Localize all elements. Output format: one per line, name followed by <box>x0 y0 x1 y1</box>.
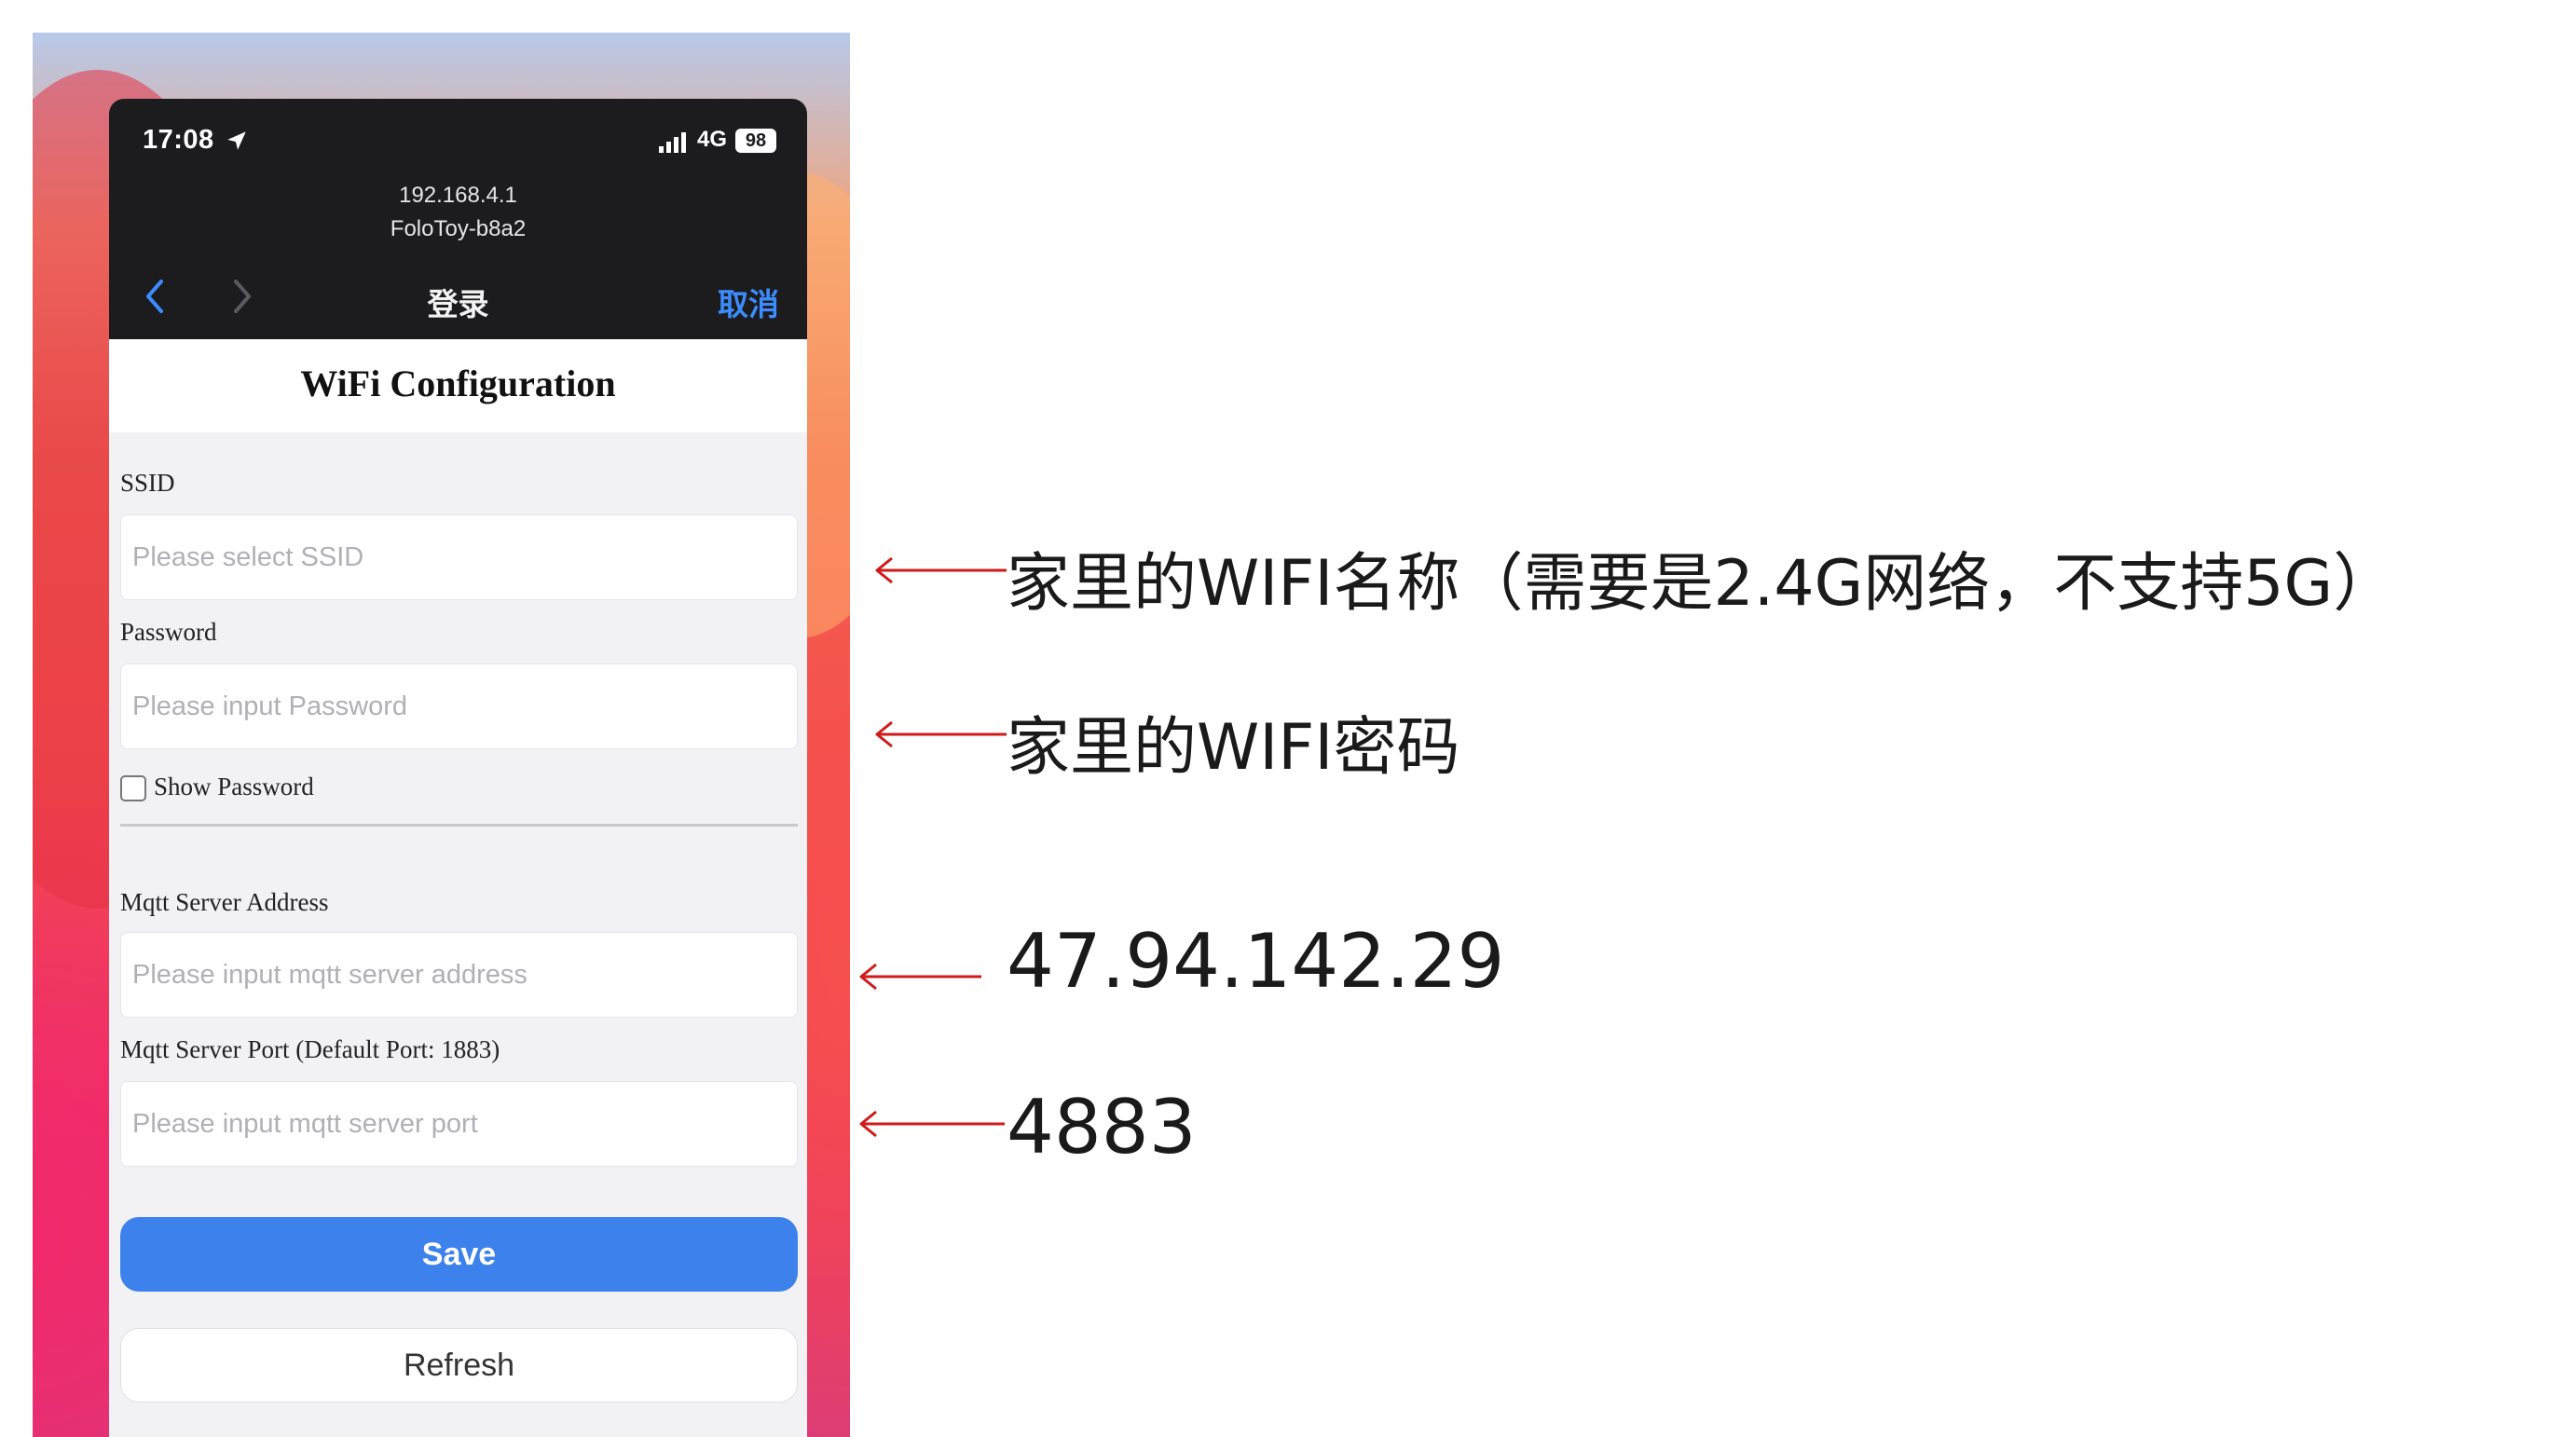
mqtt-port-label: Mqtt Server Port (Default Port: 1883) <box>120 1035 500 1063</box>
password-annotation: 家里的WIFI密码 <box>1007 711 1460 785</box>
arrow-left-icon <box>859 963 981 991</box>
arrow-left-icon <box>875 556 1007 584</box>
cancel-button[interactable]: 取消 <box>718 280 779 324</box>
portal-host: 192.168.4.1 <box>399 183 517 208</box>
save-button[interactable]: Save <box>120 1217 798 1292</box>
refresh-button[interactable]: Refresh <box>120 1328 798 1403</box>
show-password-checkbox[interactable] <box>120 775 146 801</box>
cellular-signal-icon <box>659 132 686 153</box>
page-title: WiFi Configuration <box>300 363 616 404</box>
status-time: 17:08 <box>143 125 214 155</box>
arrow-left-icon <box>875 720 1007 748</box>
mqtt-port-input[interactable] <box>120 1081 798 1167</box>
ssid-annotation: 家里的WIFI名称（需要是2.4G网络，不支持5G） <box>1007 547 2397 621</box>
battery-icon: 98 <box>735 129 776 153</box>
form-title-bar: WiFi Configuration <box>109 339 807 432</box>
password-input[interactable] <box>120 664 798 749</box>
ssid-input[interactable] <box>120 514 798 600</box>
mqtt-address-label: Mqtt Server Address <box>120 888 329 916</box>
ssid-label: SSID <box>120 469 175 497</box>
network-type: 4G <box>697 127 728 152</box>
phone-screen: 17:08 4G 98 192.168.4.1 FoloToy-b8a2 登录 … <box>109 99 807 1437</box>
password-label: Password <box>120 618 217 646</box>
mqtt-port-annotation: 4883 <box>1007 1084 1197 1170</box>
location-arrow-icon <box>227 131 246 150</box>
divider <box>120 824 798 827</box>
arrow-left-icon <box>859 1110 1005 1138</box>
portal-network-name: FoloToy-b8a2 <box>390 216 527 241</box>
browser-header: 17:08 4G 98 192.168.4.1 FoloToy-b8a2 登录 … <box>109 99 807 339</box>
mqtt-address-annotation: 47.94.142.29 <box>1007 918 1505 1005</box>
nav-title: 登录 <box>427 287 489 322</box>
show-password-label: Show Password <box>154 773 314 801</box>
mqtt-address-input[interactable] <box>120 932 798 1018</box>
